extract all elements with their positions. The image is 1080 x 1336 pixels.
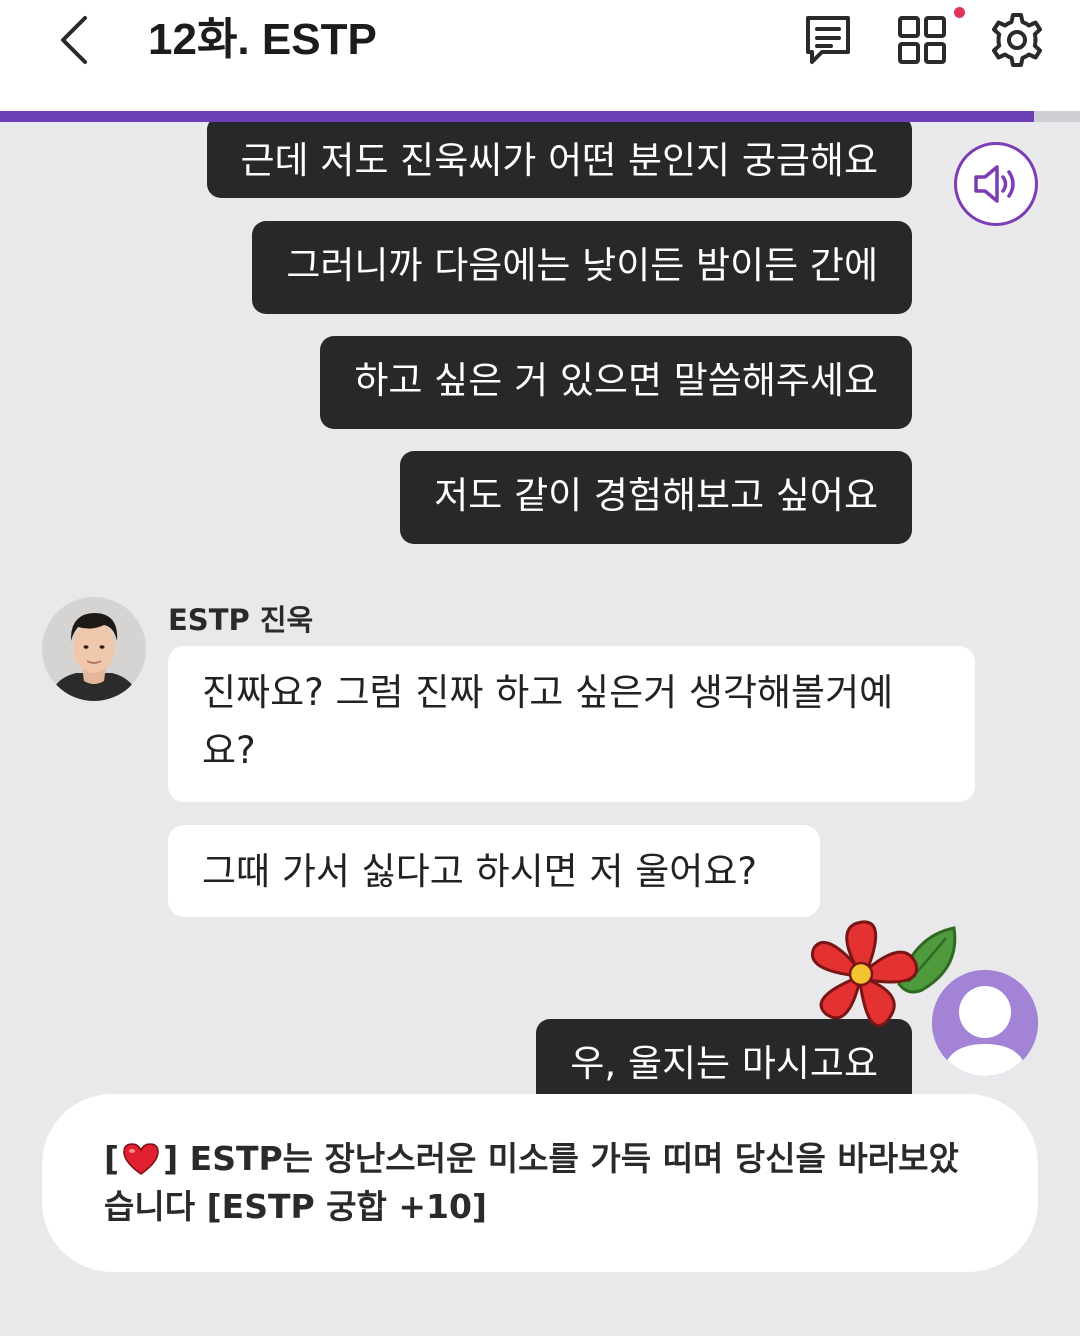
chevron-left-icon xyxy=(61,16,87,64)
episode-progress-fill xyxy=(0,111,1034,122)
heart-icon xyxy=(121,1142,161,1186)
speaker-icon xyxy=(974,165,1015,203)
partner-name: ESTP 진욱 xyxy=(168,603,314,637)
user-avatar-icon xyxy=(932,970,1038,1076)
narration-box: [] ESTP는 장난스러운 미소를 가득 띠며 당신을 바라보았습니다 [ES… xyxy=(42,1094,1038,1272)
chat-log-button[interactable] xyxy=(796,8,860,72)
page-title: 12화. ESTP xyxy=(148,15,377,64)
gear-icon xyxy=(992,13,1042,67)
narration-bracket-open: [ xyxy=(104,1139,120,1178)
notification-dot xyxy=(954,7,965,18)
my-message-bubble: 저도 같이 경험해보고 싶어요 xyxy=(400,451,912,544)
message-list-icon xyxy=(806,16,850,64)
partner-message-bubble: 진짜요? 그럼 진짜 하고 싶은거 생각해볼거예요? xyxy=(168,646,975,802)
episode-progress-bar xyxy=(0,111,1080,122)
my-message-bubble: 하고 싶은 거 있으면 말씀해주세요 xyxy=(320,336,912,429)
partner-avatar[interactable] xyxy=(42,597,146,701)
my-message-bubble: 그러니까 다음에는 낮이든 밤이든 간에 xyxy=(252,221,912,314)
settings-button[interactable] xyxy=(985,8,1049,72)
my-message-bubble: 근데 저도 진욱씨가 어떤 분인지 궁금해요 xyxy=(206,122,912,198)
speaker-button[interactable] xyxy=(954,142,1038,226)
partner-message-text: 진짜요? 그럼 진짜 하고 싶은거 생각해볼거예요? xyxy=(202,671,894,772)
back-button[interactable] xyxy=(40,0,110,80)
partner-avatar-image xyxy=(42,597,146,701)
partner-message-bubble: 그때 가서 싫다고 하시면 저 울어요? xyxy=(168,825,820,917)
top-bar: 12화. ESTP xyxy=(0,0,1080,111)
user-avatar[interactable] xyxy=(932,970,1038,1076)
menu-button[interactable] xyxy=(890,8,954,72)
grid-icon xyxy=(898,16,946,64)
narration-text: ] ESTP는 장난스러운 미소를 가득 띠며 당신을 바라보았습니다 [EST… xyxy=(104,1139,959,1226)
